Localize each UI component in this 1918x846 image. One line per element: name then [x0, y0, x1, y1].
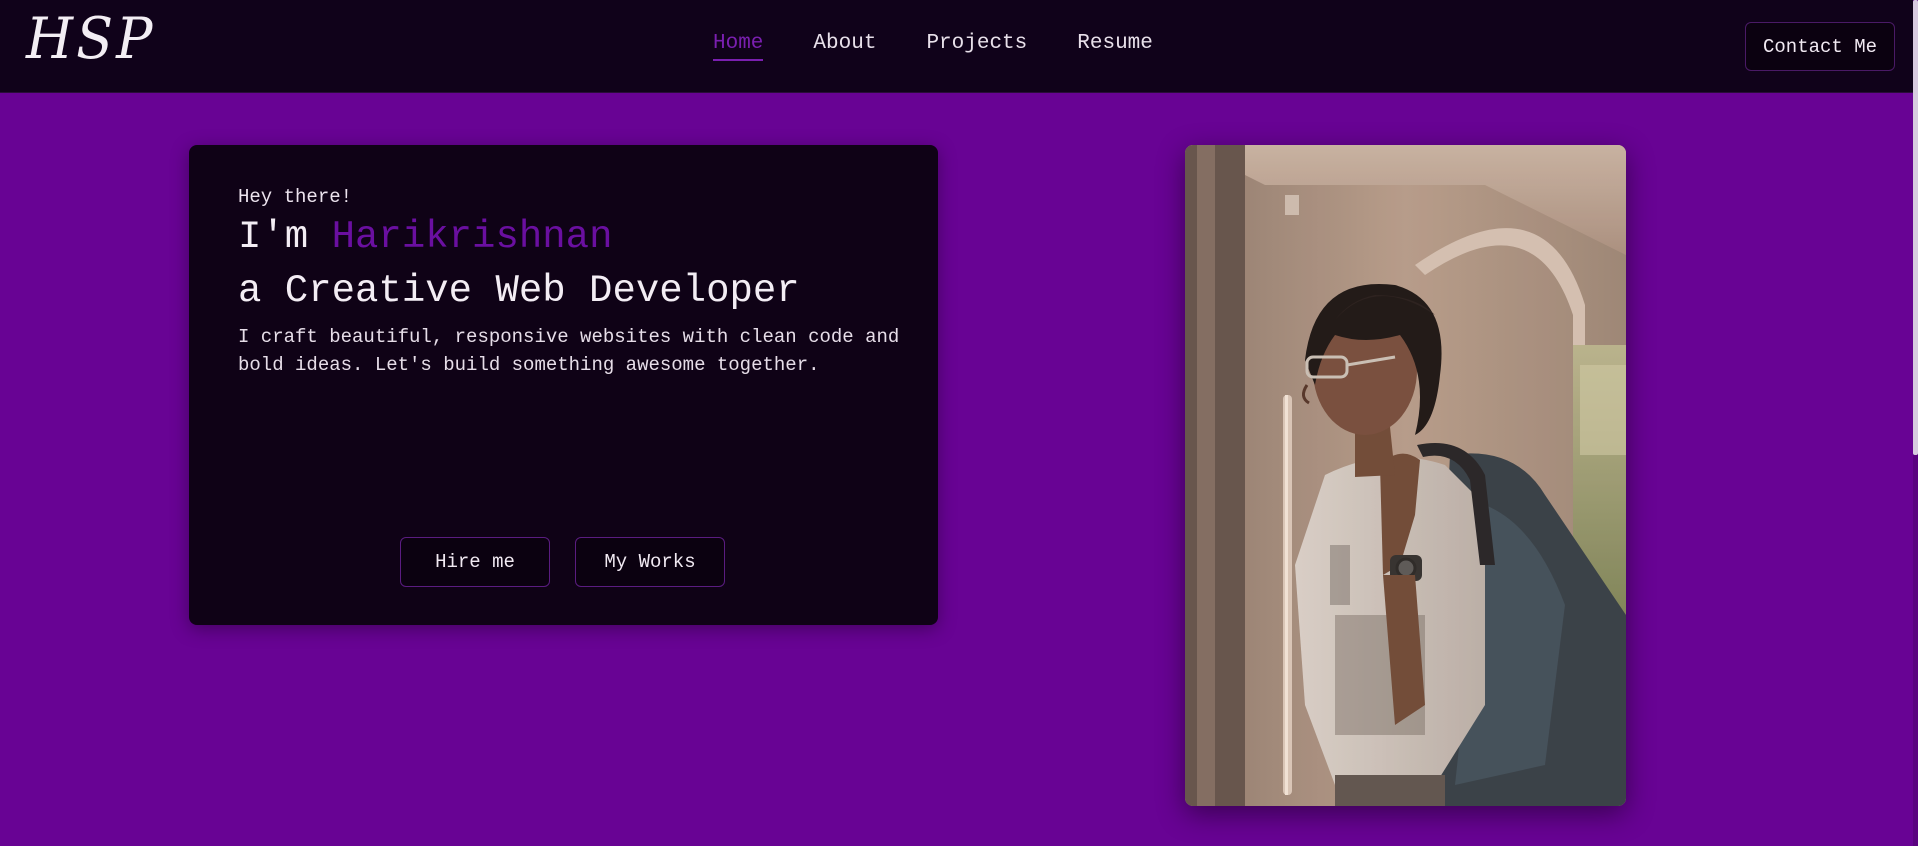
contact-me-button[interactable]: Contact Me: [1745, 22, 1895, 71]
main-nav: Home About Projects Resume: [713, 32, 1153, 61]
greeting-text: Hey there!: [238, 186, 353, 208]
top-navbar: HSP Home About Projects Resume Contact M…: [0, 0, 1918, 93]
scrollbar-thumb[interactable]: [1913, 0, 1918, 455]
intro-card: Hey there! I'm Harikrishnan a Creative W…: [189, 145, 938, 625]
my-works-button[interactable]: My Works: [575, 537, 725, 587]
nav-link-resume[interactable]: Resume: [1077, 32, 1153, 61]
site-logo[interactable]: HSP: [26, 10, 155, 68]
nav-link-about[interactable]: About: [813, 32, 876, 61]
developer-name: Harikrishnan: [331, 215, 613, 259]
portrait-photo: [1185, 145, 1626, 806]
portrait-illustration: [1185, 145, 1626, 806]
cta-button-row: Hire me My Works: [400, 537, 725, 587]
page-scrollbar[interactable]: [1913, 0, 1918, 846]
hire-me-button[interactable]: Hire me: [400, 537, 550, 587]
headline-prefix: I'm: [238, 215, 332, 259]
nav-link-projects[interactable]: Projects: [926, 32, 1027, 61]
intro-description: I craft beautiful, responsive websites w…: [238, 326, 900, 376]
headline-role-line: a Creative Web Developer: [238, 269, 800, 313]
headline-name-line: I'm Harikrishnan: [238, 215, 612, 259]
nav-link-home[interactable]: Home: [713, 32, 764, 61]
